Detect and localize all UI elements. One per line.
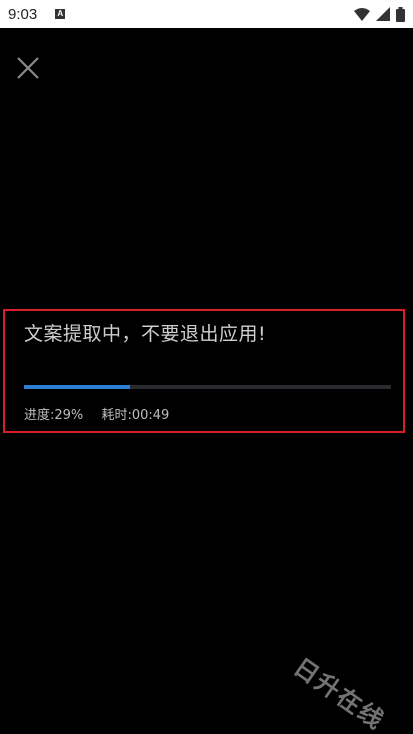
watermark: 日升在线: [288, 652, 390, 734]
elapsed-value: 00:49: [131, 408, 170, 423]
battery-icon: [396, 6, 405, 22]
progress-stats: 进度: 29% 耗时: 00:49: [24, 404, 169, 423]
elapsed-label: 耗时:: [101, 408, 132, 423]
status-time: 9:03: [8, 5, 38, 23]
elapsed-group: 耗时: 00:49: [101, 404, 169, 423]
extraction-progress-panel: 文案提取中，不要退出应用! 进度: 29% 耗时: 00:49: [3, 309, 405, 433]
close-icon: [17, 57, 39, 79]
progress-bar: [24, 385, 391, 389]
screen: 9:03 A 文案提取中，不要退出应用! 进度:29% 耗时:00:49 日升在…: [0, 0, 413, 734]
signal-icon: [376, 7, 390, 21]
close-button[interactable]: [16, 56, 40, 80]
progress-percent-value: 29%: [54, 408, 84, 423]
notification-a-icon: A: [55, 9, 66, 19]
progress-bar-fill: [24, 385, 131, 389]
progress-percent-label: 进度:: [24, 408, 55, 423]
progress-title: 文案提取中，不要退出应用!: [24, 323, 267, 345]
status-icons: [354, 6, 405, 22]
status-bar: 9:03 A: [0, 0, 413, 28]
wifi-icon: [354, 7, 370, 21]
